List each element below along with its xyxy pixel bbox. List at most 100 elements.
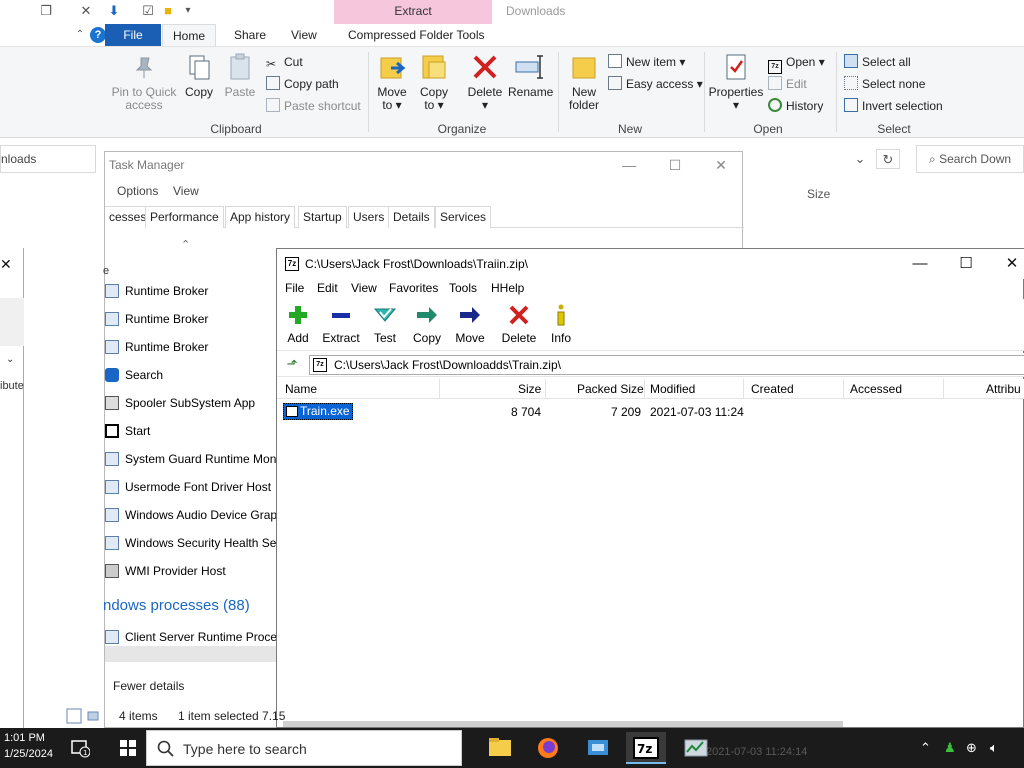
minimize-icon[interactable]: — [617,156,641,174]
tab-users[interactable]: Users [348,206,390,228]
easy-access-button[interactable]: Easy access ▾ [608,75,703,93]
sort-chevron-up-icon[interactable]: ⌃ [181,238,190,251]
tab-performance[interactable]: Performance [145,206,224,228]
chevron-down-icon[interactable]: ⌄ [6,354,14,365]
horizontal-scrollbar[interactable] [283,721,843,727]
menu-file[interactable]: File [285,281,304,295]
process-row[interactable]: Usermode Font Driver Host [105,473,285,501]
task-manager-taskbar-icon[interactable] [676,732,716,764]
taskbar-search-box[interactable]: Type here to search [146,730,462,766]
user-icon[interactable]: ♟ [944,740,956,756]
customize-qa-chevron-icon[interactable]: ▾ [180,3,196,19]
maximize-icon[interactable]: ☐ [951,255,981,273]
copy-to-button[interactable]: Copy to ▾ [416,52,452,112]
menu-view[interactable]: View [173,184,199,198]
new-folder-button[interactable]: New folder [564,52,604,112]
extract-context-tab[interactable]: Extract [334,0,492,24]
process-row[interactable]: Spooler SubSystem App [105,389,285,417]
process-row[interactable]: Runtime Broker [105,333,285,361]
name-column-header[interactable]: Name [285,382,317,396]
paste-button[interactable]: Paste [222,52,258,99]
process-row[interactable]: Runtime Broker [105,277,285,305]
process-row[interactable]: Runtime Broker [105,305,285,333]
restore-icon[interactable]: ❐ [38,3,54,19]
tray-chevron-up-icon[interactable]: ⌃ [920,740,931,756]
chevron-up-icon[interactable]: ⌃ [72,27,88,43]
paste-shortcut-button[interactable]: Paste shortcut [266,97,361,115]
menu-options[interactable]: Options [117,184,158,198]
file-explorer-taskbar-icon[interactable] [480,732,520,764]
process-row[interactable]: Search [105,361,285,389]
properties-check-icon[interactable]: ☑ [140,3,156,19]
info-button[interactable]: Info [547,303,575,345]
notification-icon[interactable]: 1 [70,738,91,758]
name-column-header[interactable]: e [103,265,109,277]
menu-help[interactable]: HHelp [491,281,524,295]
tab-app-history[interactable]: App history [225,206,296,228]
volume-icon[interactable]: 🔈︎ [990,740,998,756]
tab-startup[interactable]: Startup [298,206,347,228]
folder-up-icon[interactable]: ⬏ [283,355,301,373]
address-dropdown-icon[interactable]: ⌄ [848,149,872,169]
tab-view[interactable]: View [281,24,327,46]
process-row[interactable]: Windows Security Health Ser [105,529,285,557]
process-row[interactable]: System Guard Runtime Moni [105,445,285,473]
created-column-header[interactable]: Created [751,382,794,396]
properties-button[interactable]: Properties ▾ [708,52,764,112]
menu-view[interactable]: View [351,281,377,295]
tab-services[interactable]: Services [435,206,492,228]
minimize-icon[interactable]: — [905,255,935,273]
process-row[interactable]: WMI Provider Host [105,557,285,585]
process-row[interactable]: Start [105,417,285,445]
select-all-button[interactable]: Select all [844,53,911,71]
menu-favorites[interactable]: Favorites [389,281,438,295]
remote-app-icon[interactable] [578,732,618,764]
7zip-taskbar-icon[interactable]: 7z [626,732,666,764]
size-column-header[interactable]: Size [518,382,541,396]
tab-share[interactable]: Share [224,24,276,46]
horizontal-scrollbar[interactable] [105,646,285,662]
close-icon[interactable]: ✕ [709,156,733,174]
add-button[interactable]: Add [283,303,313,345]
firefox-icon[interactable] [528,732,568,764]
maximize-icon[interactable]: ☐ [663,156,687,174]
menu-edit[interactable]: Edit [317,281,338,295]
close-icon[interactable]: ✕ [0,256,12,273]
search-input[interactable]: ⌕ Search Down [916,145,1024,173]
file-row-selected[interactable]: Train.exe [283,403,353,420]
archive-path-input[interactable]: C:\Users\Jack Frost\Downloadds\Train.zip… [309,355,1024,375]
tab-compressed-folder-tools[interactable]: Compressed Folder Tools [338,24,495,46]
move-button[interactable]: Move [453,303,487,345]
delete-button[interactable]: Delete ▾ [466,52,504,112]
size-column-header[interactable]: Size [807,187,830,201]
pin-quick-access-button[interactable]: Pin to Quick access [110,52,178,112]
view-toggle-icons[interactable] [66,707,102,725]
select-none-button[interactable]: Select none [844,75,925,93]
fewer-details-button[interactable]: Fewer details [113,679,184,693]
history-button[interactable]: History [768,97,823,115]
tab-home[interactable]: Home [162,24,217,46]
tab-details[interactable]: Details [388,206,435,228]
edit-button[interactable]: Edit [768,75,807,93]
invert-selection-button[interactable]: Invert selection [844,97,943,115]
move-to-button[interactable]: Move to ▾ [374,52,410,112]
refresh-icon[interactable]: ↻ [876,149,900,169]
rename-button[interactable]: Rename [508,52,553,99]
process-row[interactable]: Windows Audio Device Graph [105,501,285,529]
address-bar[interactable]: nloads [0,145,96,173]
close-icon[interactable]: ✕ [997,255,1024,273]
extract-button[interactable]: Extract [321,303,361,345]
copy-button[interactable]: Copy [182,52,216,99]
tab-file[interactable]: File [105,24,161,46]
close-icon[interactable]: ✕ [78,3,94,19]
new-folder-icon[interactable]: ■ [160,3,176,19]
copy-button[interactable]: Copy [411,303,443,345]
menu-tools[interactable]: Tools [449,281,477,295]
copy-path-button[interactable]: Copy path [266,75,339,93]
network-globe-icon[interactable]: ⊕ [966,740,977,756]
delete-button[interactable]: Delete [499,303,539,345]
modified-column-header[interactable]: Modified [650,382,695,396]
accessed-column-header[interactable]: Accessed [850,382,902,396]
packed-size-column-header[interactable]: Packed Size [577,382,644,396]
attributes-column-header[interactable]: Attribu [986,382,1021,396]
